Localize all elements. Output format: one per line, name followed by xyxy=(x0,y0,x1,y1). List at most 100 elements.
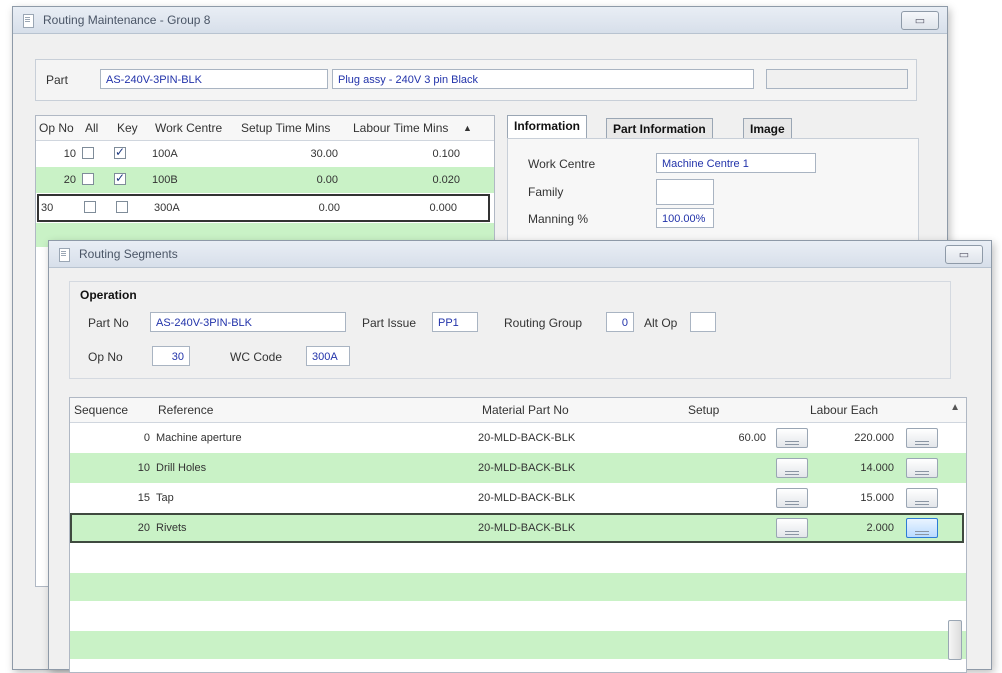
op-no-field[interactable]: 30 xyxy=(152,346,190,366)
labour-notes-cell xyxy=(894,518,950,538)
col-work-centre[interactable]: Work Centre xyxy=(155,121,241,135)
key-cell xyxy=(114,145,152,162)
segment-row[interactable]: 10 Drill Holes 20-MLD-BACK-BLK 14.000 xyxy=(70,453,966,483)
all-cell xyxy=(82,146,114,162)
setup-notes-button[interactable] xyxy=(776,458,808,478)
segments-grid: Sequence Reference Material Part No Setu… xyxy=(69,397,967,673)
labour-notes-cell xyxy=(894,458,950,478)
labour-each: 220.000 xyxy=(854,432,894,444)
routing-group-field[interactable]: 0 xyxy=(606,312,634,332)
key-checkbox[interactable] xyxy=(114,171,126,185)
labour-each: 2.000 xyxy=(866,522,894,534)
manning-field[interactable]: 100.00% xyxy=(656,208,714,228)
part-no-field[interactable]: AS-240V-3PIN-BLK xyxy=(150,312,346,332)
restore-icon: ▭ xyxy=(958,249,970,261)
alt-op-field[interactable] xyxy=(690,312,716,332)
work-centre-label: Work Centre xyxy=(528,157,596,171)
window-title: Routing Segments xyxy=(79,247,178,261)
segment-row[interactable]: 15 Tap 20-MLD-BACK-BLK 15.000 xyxy=(70,483,966,513)
operation-group: Operation Part No AS-240V-3PIN-BLK Part … xyxy=(69,281,951,379)
op-no-label: Op No xyxy=(88,350,123,364)
part-panel: Part AS-240V-3PIN-BLK Plug assy - 240V 3… xyxy=(35,59,917,101)
op-no: 10 xyxy=(63,148,76,160)
col-labour-each[interactable]: Labour Each xyxy=(810,403,920,417)
operation-row[interactable]: 10 100A 30.00 0.100 xyxy=(36,141,494,167)
reference: Drill Holes xyxy=(156,462,207,474)
reference: Machine aperture xyxy=(156,432,242,444)
setup-notes-button[interactable] xyxy=(776,488,808,508)
setup: 60.00 xyxy=(738,432,766,444)
routing-segments-titlebar[interactable]: Routing Segments xyxy=(49,241,991,268)
col-setup[interactable]: Setup xyxy=(688,403,810,417)
setup-time: 0.00 xyxy=(316,174,338,186)
sequence: 20 xyxy=(137,522,150,534)
reference: Rivets xyxy=(156,522,187,534)
routing-maintenance-titlebar[interactable]: Routing Maintenance - Group 8 xyxy=(13,7,947,34)
empty-row xyxy=(70,573,966,601)
part-issue-label: Part Issue xyxy=(362,316,417,330)
col-reference[interactable]: Reference xyxy=(158,403,482,417)
empty-row xyxy=(70,631,966,659)
scroll-up-icon[interactable]: ▲ xyxy=(950,402,960,413)
setup-notes-button[interactable] xyxy=(776,428,808,448)
window-control-button[interactable]: ▭ xyxy=(945,245,983,264)
all-checkbox[interactable] xyxy=(84,200,96,213)
tab-information[interactable]: Information xyxy=(507,115,587,139)
col-material-part-no[interactable]: Material Part No xyxy=(482,403,688,417)
col-all[interactable]: All xyxy=(85,121,117,135)
document-icon xyxy=(21,13,35,28)
all-cell xyxy=(84,200,116,216)
labour-notes-cell xyxy=(894,488,950,508)
col-sequence[interactable]: Sequence xyxy=(70,403,158,417)
col-setup-time[interactable]: Setup Time Mins xyxy=(241,121,353,135)
col-key[interactable]: Key xyxy=(117,121,155,135)
labour-notes-button[interactable] xyxy=(906,428,938,448)
labour-notes-button-focused[interactable] xyxy=(906,518,938,538)
material-part-no: 20-MLD-BACK-BLK xyxy=(478,522,576,534)
part-number-field[interactable]: AS-240V-3PIN-BLK xyxy=(100,69,328,89)
operation-row[interactable]: 20 100B 0.00 0.020 xyxy=(36,167,494,193)
family-field[interactable] xyxy=(656,179,714,205)
labour-time: 0.100 xyxy=(432,148,460,160)
key-checkbox[interactable] xyxy=(116,200,128,213)
labour-notes-button[interactable] xyxy=(906,488,938,508)
wc-code-field[interactable]: 300A xyxy=(306,346,350,366)
setup-notes-button[interactable] xyxy=(776,518,808,538)
labour-each: 15.000 xyxy=(860,492,894,504)
col-labour-time[interactable]: Labour Time Mins xyxy=(353,121,463,135)
reference: Tap xyxy=(156,492,174,504)
key-checkbox[interactable] xyxy=(114,145,126,159)
all-checkbox[interactable] xyxy=(82,172,94,185)
segment-row[interactable]: 0 Machine aperture 20-MLD-BACK-BLK 60.00… xyxy=(70,423,966,453)
window-control-button[interactable]: ▭ xyxy=(901,11,939,30)
sequence: 0 xyxy=(143,432,150,444)
work-centre-field[interactable]: Machine Centre 1 xyxy=(656,153,816,173)
labour-time: 0.020 xyxy=(432,174,460,186)
sequence: 15 xyxy=(137,492,150,504)
empty-row xyxy=(70,543,966,573)
tab-part-information[interactable]: Part Information xyxy=(606,118,713,139)
document-icon xyxy=(57,247,71,262)
all-checkbox[interactable] xyxy=(82,146,94,159)
labour-notes-cell xyxy=(894,428,950,448)
part-description-field[interactable]: Plug assy - 240V 3 pin Black xyxy=(332,69,754,89)
labour-notes-button[interactable] xyxy=(906,458,938,478)
col-op-no[interactable]: Op No xyxy=(36,121,85,135)
tab-image[interactable]: Image xyxy=(743,118,792,139)
key-cell xyxy=(114,171,152,188)
operation-row-selected[interactable]: 30 300A 0.00 0.000 xyxy=(37,194,490,222)
setup-notes-cell xyxy=(766,488,818,508)
part-issue-field[interactable]: PP1 xyxy=(432,312,478,332)
routing-group-label: Routing Group xyxy=(504,316,583,330)
segment-row-selected[interactable]: 20 Rivets 20-MLD-BACK-BLK 2.000 xyxy=(70,513,964,543)
restore-icon: ▭ xyxy=(914,15,926,27)
material-part-no: 20-MLD-BACK-BLK xyxy=(478,432,576,444)
work-centre: 100B xyxy=(152,174,178,186)
vertical-scrollbar-thumb[interactable] xyxy=(948,620,962,660)
wc-code-label: WC Code xyxy=(230,350,283,364)
operations-header: Op No All Key Work Centre Setup Time Min… xyxy=(36,116,494,141)
work-centre: 100A xyxy=(152,148,178,160)
empty-row xyxy=(70,601,966,631)
scroll-up-icon[interactable]: ▲ xyxy=(463,123,472,133)
part-no-label: Part No xyxy=(88,316,129,330)
